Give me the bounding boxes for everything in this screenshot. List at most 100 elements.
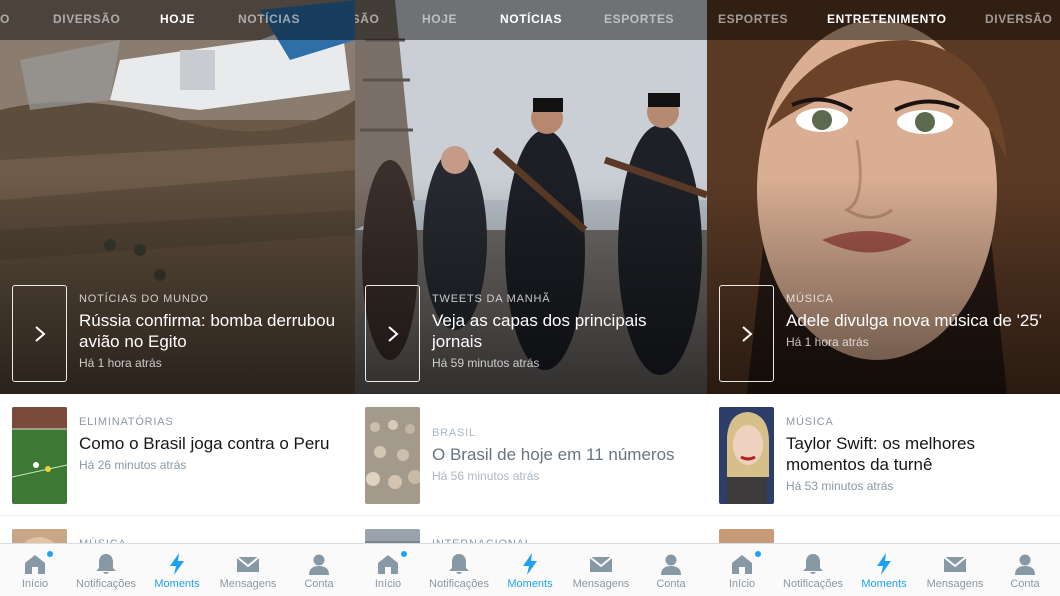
- envelope-icon: [943, 556, 967, 572]
- open-moment-button[interactable]: [365, 285, 420, 382]
- hero-category: MÚSICA: [786, 293, 834, 305]
- tab-label: Início: [21, 578, 49, 590]
- category-tab-entretenimento[interactable]: ENTRETENIMENTO: [827, 12, 947, 26]
- envelope-icon: [589, 556, 613, 572]
- hero-text: NOTÍCIAS DO MUNDO Rússia confirma: bomba…: [79, 293, 339, 370]
- category-tab-esportes[interactable]: ESPORTES: [604, 12, 674, 26]
- hero-text: TWEETS DA MANHÃ Veja as capas dos princi…: [432, 293, 691, 370]
- bottom-tab-bar: Início Notificações Moments Mensagens Co…: [0, 543, 355, 596]
- tab-inicio[interactable]: Início: [355, 544, 423, 596]
- list-item-category: ELIMINATÓRIAS: [79, 416, 174, 428]
- tab-moments[interactable]: Moments: [849, 544, 919, 596]
- notification-dot: [47, 551, 53, 557]
- home-icon: [732, 555, 752, 574]
- tab-notificacoes[interactable]: Notificações: [71, 544, 141, 596]
- hero-category: TWEETS DA MANHÃ: [432, 293, 551, 305]
- category-tab-noticias[interactable]: NOTÍCIAS: [500, 12, 562, 26]
- lightning-icon: [170, 553, 184, 575]
- hero-moment[interactable]: ESÃO HOJE NOTÍCIAS ESPORTES TWEETS DA MA…: [355, 0, 707, 394]
- tab-conta[interactable]: Conta: [284, 544, 354, 596]
- hero-text: MÚSICA Adele divulga nova música de '25'…: [786, 293, 1044, 349]
- tab-conta[interactable]: Conta: [636, 544, 706, 596]
- list-item-timestamp: Há 56 minutos atrás: [432, 469, 540, 483]
- tab-label: Início: [728, 578, 756, 590]
- tab-moments[interactable]: Moments: [142, 544, 212, 596]
- tab-conta[interactable]: Conta: [990, 544, 1060, 596]
- tab-moments[interactable]: Moments: [495, 544, 565, 596]
- hero-moment[interactable]: O DIVERSÃO HOJE NOTÍCIAS NOTÍCIAS DO MUN…: [0, 0, 355, 394]
- category-tab-noticias[interactable]: NOTÍCIAS: [238, 12, 300, 26]
- person-icon: [309, 554, 329, 575]
- category-tab-hoje[interactable]: HOJE: [160, 12, 195, 26]
- category-tabs: O DIVERSÃO HOJE NOTÍCIAS: [0, 0, 355, 40]
- tab-inicio[interactable]: Início: [707, 544, 777, 596]
- list-item-title[interactable]: Como o Brasil joga contra o Peru: [79, 433, 339, 454]
- moments-screens: O DIVERSÃO HOJE NOTÍCIAS NOTÍCIAS DO MUN…: [0, 0, 1060, 596]
- tab-mensagens[interactable]: Mensagens: [213, 544, 283, 596]
- hero-timestamp: Há 1 hora atrás: [786, 335, 869, 349]
- person-icon: [661, 554, 681, 575]
- open-moment-button[interactable]: [719, 285, 774, 382]
- list-item-timestamp: Há 26 minutos atrás: [79, 458, 187, 472]
- category-tabs: ESPORTES ENTRETENIMENTO DIVERSÃO: [707, 0, 1060, 40]
- tab-mensagens[interactable]: Mensagens: [566, 544, 636, 596]
- moments-panel-today: O DIVERSÃO HOJE NOTÍCIAS NOTÍCIAS DO MUN…: [0, 0, 355, 596]
- bell-icon: [803, 554, 823, 574]
- tab-label: Moments: [861, 578, 907, 590]
- category-tab-diversao[interactable]: DIVERSÃO: [985, 12, 1052, 26]
- moments-panel-news: ESÃO HOJE NOTÍCIAS ESPORTES TWEETS DA MA…: [355, 0, 707, 596]
- hero-timestamp: Há 1 hora atrás: [79, 356, 162, 370]
- category-tab[interactable]: ESÃO: [355, 12, 379, 26]
- tab-label: Mensagens: [219, 578, 277, 590]
- category-tab-hoje[interactable]: HOJE: [422, 12, 457, 26]
- hero-category: NOTÍCIAS DO MUNDO: [79, 293, 209, 305]
- tab-label: Conta: [1010, 578, 1040, 590]
- hero-moment[interactable]: ESPORTES ENTRETENIMENTO DIVERSÃO MÚSICA …: [707, 0, 1060, 394]
- tab-label: Mensagens: [926, 578, 984, 590]
- tab-label: Notificações: [783, 578, 843, 590]
- category-tab[interactable]: O: [0, 12, 10, 26]
- list-item[interactable]: MÚSICA Taylor Swift: os melhores momento…: [707, 396, 1060, 516]
- bottom-tab-bar: Início Notificações Moments Mensagens Co…: [707, 543, 1060, 596]
- hero-title[interactable]: Adele divulga nova música de '25': [786, 310, 1044, 331]
- hero-title[interactable]: Veja as capas dos principais jornais: [432, 310, 691, 352]
- list-item[interactable]: ELIMINATÓRIAS Como o Brasil joga contra …: [0, 396, 355, 516]
- hero-timestamp: Há 59 minutos atrás: [432, 356, 540, 370]
- category-tab-esportes[interactable]: ESPORTES: [718, 12, 788, 26]
- list-item-timestamp: Há 53 minutos atrás: [786, 479, 894, 493]
- list-item-category: BRASIL: [432, 427, 476, 439]
- home-icon: [378, 555, 398, 574]
- tab-label: Moments: [507, 578, 553, 590]
- list-item-title[interactable]: O Brasil de hoje em 11 números: [432, 444, 691, 465]
- list-item-category: MÚSICA: [786, 416, 834, 428]
- thumbnail-soccer: [12, 407, 67, 504]
- notification-dot: [401, 551, 407, 557]
- list-item-title[interactable]: Taylor Swift: os melhores momentos da tu…: [786, 433, 1044, 475]
- moments-panel-entertainment: ESPORTES ENTRETENIMENTO DIVERSÃO MÚSICA …: [707, 0, 1060, 596]
- bell-icon: [449, 554, 469, 574]
- lightning-icon: [877, 553, 891, 575]
- tab-label: Moments: [154, 578, 200, 590]
- category-tabs: ESÃO HOJE NOTÍCIAS ESPORTES: [355, 0, 707, 40]
- tab-notificacoes[interactable]: Notificações: [424, 544, 494, 596]
- bell-icon: [96, 554, 116, 574]
- tab-inicio[interactable]: Início: [0, 544, 70, 596]
- hero-title[interactable]: Rússia confirma: bomba derrubou avião no…: [79, 310, 339, 352]
- home-icon: [25, 555, 45, 574]
- list-item-text: MÚSICA Taylor Swift: os melhores momento…: [786, 416, 1044, 493]
- tab-label: Início: [374, 578, 402, 590]
- chevron-right-icon: [34, 325, 46, 342]
- category-tab-diversao[interactable]: DIVERSÃO: [53, 12, 120, 26]
- list-item[interactable]: BRASIL O Brasil de hoje em 11 números Há…: [355, 396, 707, 516]
- tab-label: Conta: [656, 578, 686, 590]
- tab-label: Mensagens: [572, 578, 630, 590]
- tab-label: Notificações: [76, 578, 136, 590]
- thumbnail-crowd: [365, 407, 420, 504]
- chevron-right-icon: [387, 325, 399, 342]
- lightning-icon: [523, 553, 537, 575]
- open-moment-button[interactable]: [12, 285, 67, 382]
- tab-notificacoes[interactable]: Notificações: [778, 544, 848, 596]
- notification-dot: [755, 551, 761, 557]
- thumbnail-singer: [719, 407, 774, 504]
- tab-mensagens[interactable]: Mensagens: [920, 544, 990, 596]
